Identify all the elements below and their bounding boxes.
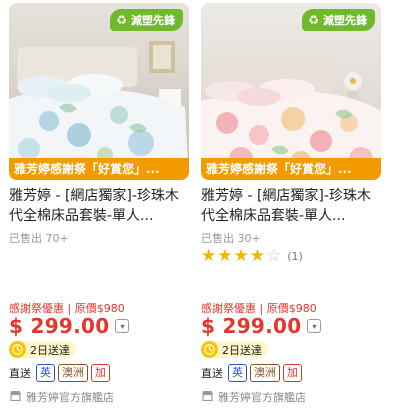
price-dropdown-button[interactable]: ▾ (115, 319, 130, 333)
store-icon (9, 390, 22, 404)
price-dropdown-button[interactable]: ▾ (307, 319, 322, 333)
recycle-icon: ♻ (116, 13, 127, 27)
chevron-down-icon: ▾ (312, 321, 317, 331)
product-card[interactable]: ♻ 減塑先鋒 雅芳婷感謝祭「好賞您」... 雅芳婷 - [網店獨家]-珍珠木代全… (201, 0, 381, 414)
store-icon (201, 390, 214, 404)
store-name: 雅芳婷官方旗艦店 (26, 391, 114, 404)
direct-shipping-label: 直送 (201, 367, 223, 380)
chevron-down-icon: ▾ (120, 321, 125, 331)
delivery-text: 2日送達 (222, 343, 262, 357)
clock-icon (201, 341, 218, 358)
product-card[interactable]: ♻ 減塑先鋒 雅芳婷感謝祭「好賞您」... 雅芳婷 - [網店獨家]-珍珠木代全… (9, 0, 189, 414)
ship-tag-uk: 英 (228, 364, 247, 382)
sold-count: 已售出 70+ (9, 232, 69, 245)
store-link[interactable]: 雅芳婷官方旗艦店 (9, 389, 114, 405)
store-name: 雅芳婷官方旗艦店 (218, 391, 306, 404)
direct-shipping-label: 直送 (9, 367, 31, 380)
promo-banner: 雅芳婷感謝祭「好賞您」... (9, 158, 189, 180)
product-image[interactable]: ♻ 減塑先鋒 雅芳婷感謝祭「好賞您」... (201, 3, 381, 180)
star-full-icon: ★ (249, 246, 265, 266)
delivery-badge: 2日送達 (201, 341, 268, 358)
direct-shipping-row: 直送 英 澳洲 加 (201, 364, 302, 382)
rating-count: (1) (287, 249, 303, 263)
ship-tag-uk: 英 (36, 364, 55, 382)
recycle-icon: ♻ (308, 13, 319, 27)
product-title[interactable]: 雅芳婷 - [網店獨家]-珍珠木代全棉床品套裝-單人... (201, 186, 381, 226)
store-link[interactable]: 雅芳婷官方旗艦店 (201, 389, 306, 405)
product-title[interactable]: 雅芳婷 - [網店獨家]-珍珠木代全棉床品套裝-單人... (9, 186, 189, 226)
eco-badge: ♻ 減塑先鋒 (302, 9, 375, 31)
price-row: $ 299.00 ▾ (9, 314, 130, 338)
delivery-text: 2日送達 (30, 343, 70, 357)
sale-price: $ 299.00 (9, 314, 110, 338)
delivery-badge: 2日送達 (9, 341, 76, 358)
star-full-icon: ★ (233, 246, 249, 266)
ship-tag-australia: 澳洲 (250, 364, 280, 382)
ship-tag-canada: 加 (91, 364, 110, 382)
sold-count: 已售出 30+ (201, 232, 261, 245)
eco-badge: ♻ 減塑先鋒 (110, 9, 183, 31)
star-full-icon: ★ (217, 246, 233, 266)
clock-icon (9, 341, 26, 358)
star-rating[interactable]: ★ ★ ★ ★ ☆ (1) (201, 247, 303, 265)
ship-tag-australia: 澳洲 (58, 364, 88, 382)
sale-price: $ 299.00 (201, 314, 302, 338)
price-row: $ 299.00 ▾ (201, 314, 322, 338)
star-empty-icon: ☆ (266, 246, 282, 266)
ship-tag-canada: 加 (283, 364, 302, 382)
promo-banner: 雅芳婷感謝祭「好賞您」... (201, 158, 381, 180)
star-full-icon: ★ (201, 246, 217, 266)
product-image[interactable]: ♻ 減塑先鋒 雅芳婷感謝祭「好賞您」... (9, 3, 189, 180)
direct-shipping-row: 直送 英 澳洲 加 (9, 364, 110, 382)
